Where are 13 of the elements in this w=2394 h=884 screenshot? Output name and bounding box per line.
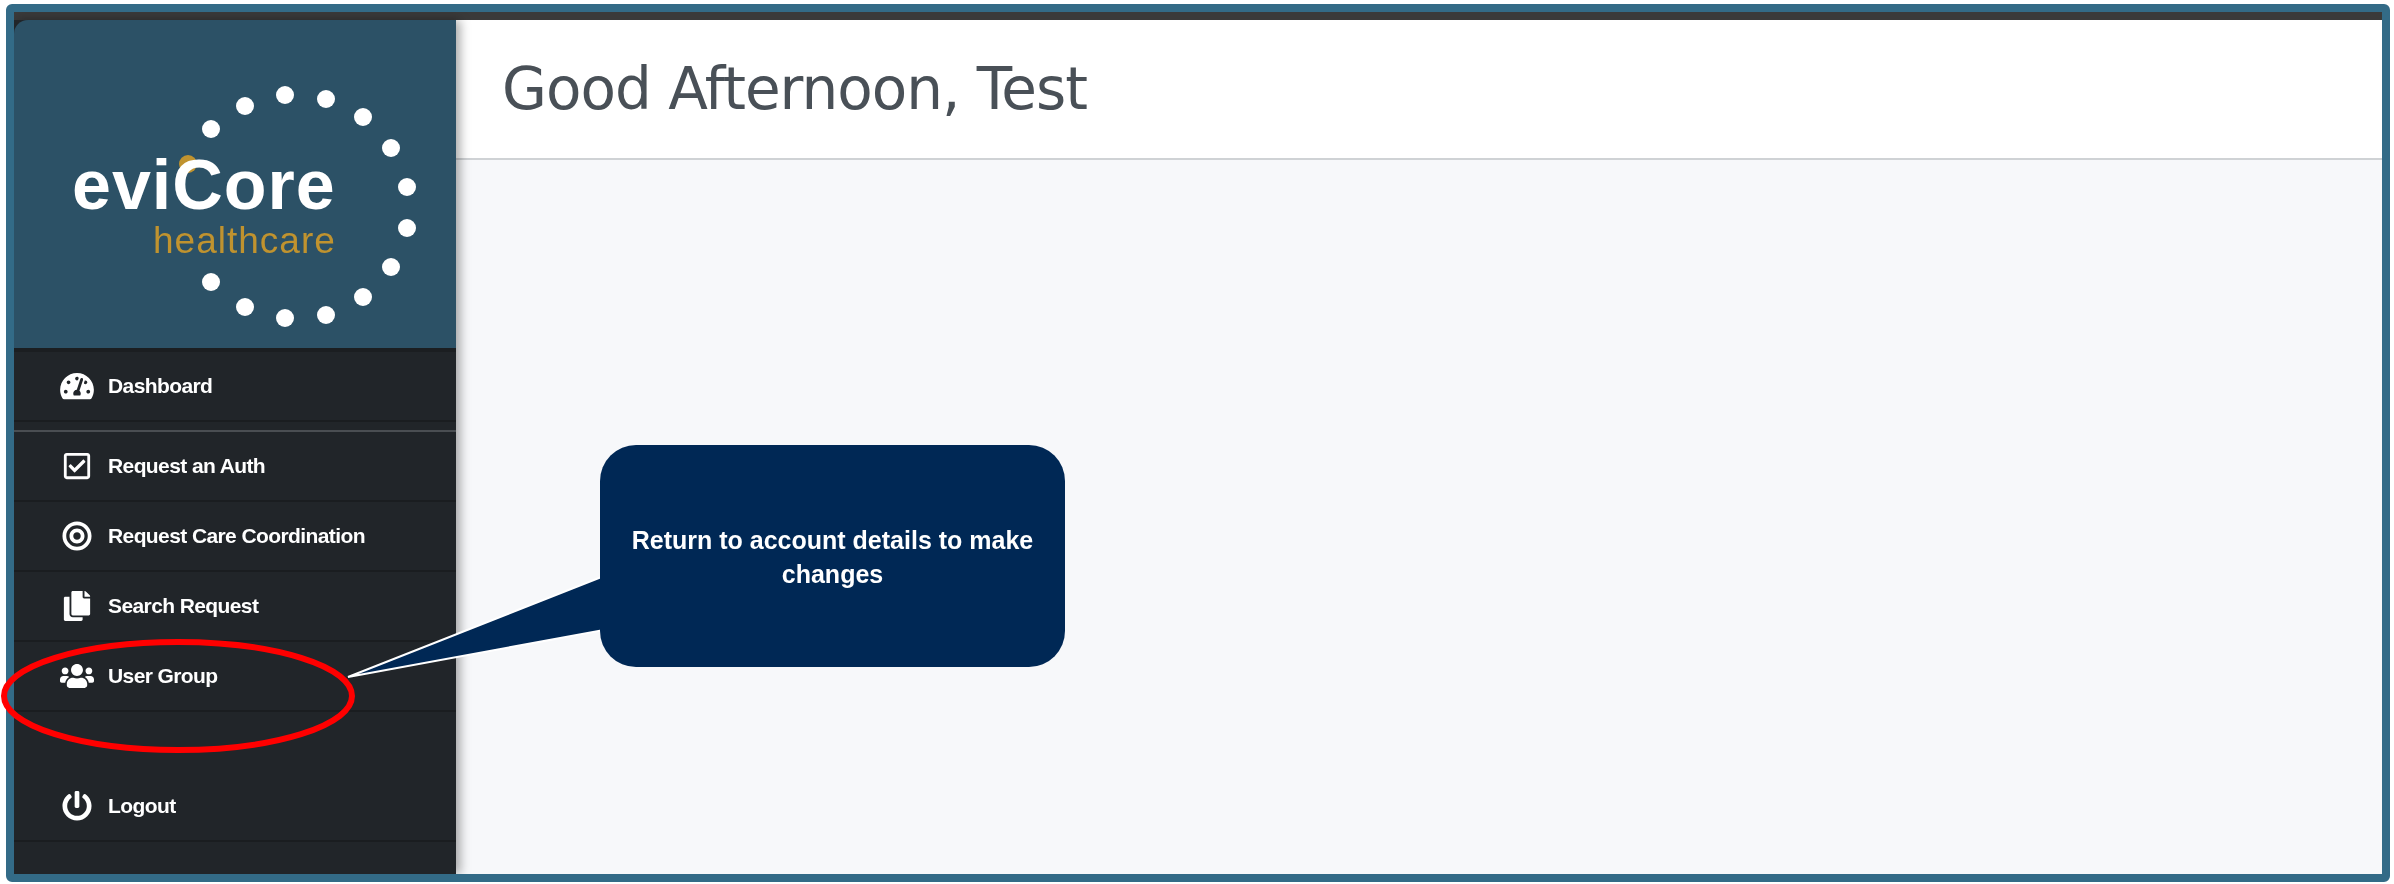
greeting-title: Good Afternoon, Test (502, 55, 1087, 123)
power-icon (60, 791, 94, 821)
logo-tagline: healthcare (153, 222, 336, 260)
logo-name: eviCore (72, 148, 336, 222)
users-icon (60, 661, 94, 691)
menu-item[interactable]: Search Request (14, 572, 456, 642)
target-icon (60, 521, 94, 551)
menu-item[interactable]: Request an Auth (14, 432, 456, 502)
menu-item[interactable]: Dashboard (14, 352, 456, 422)
menu-item[interactable]: Logout (14, 772, 456, 842)
callout-bubble: Return to account details to make changes (600, 445, 1065, 667)
menu-item[interactable]: Request Care Coordination (14, 502, 456, 572)
gauge-icon (60, 371, 94, 401)
